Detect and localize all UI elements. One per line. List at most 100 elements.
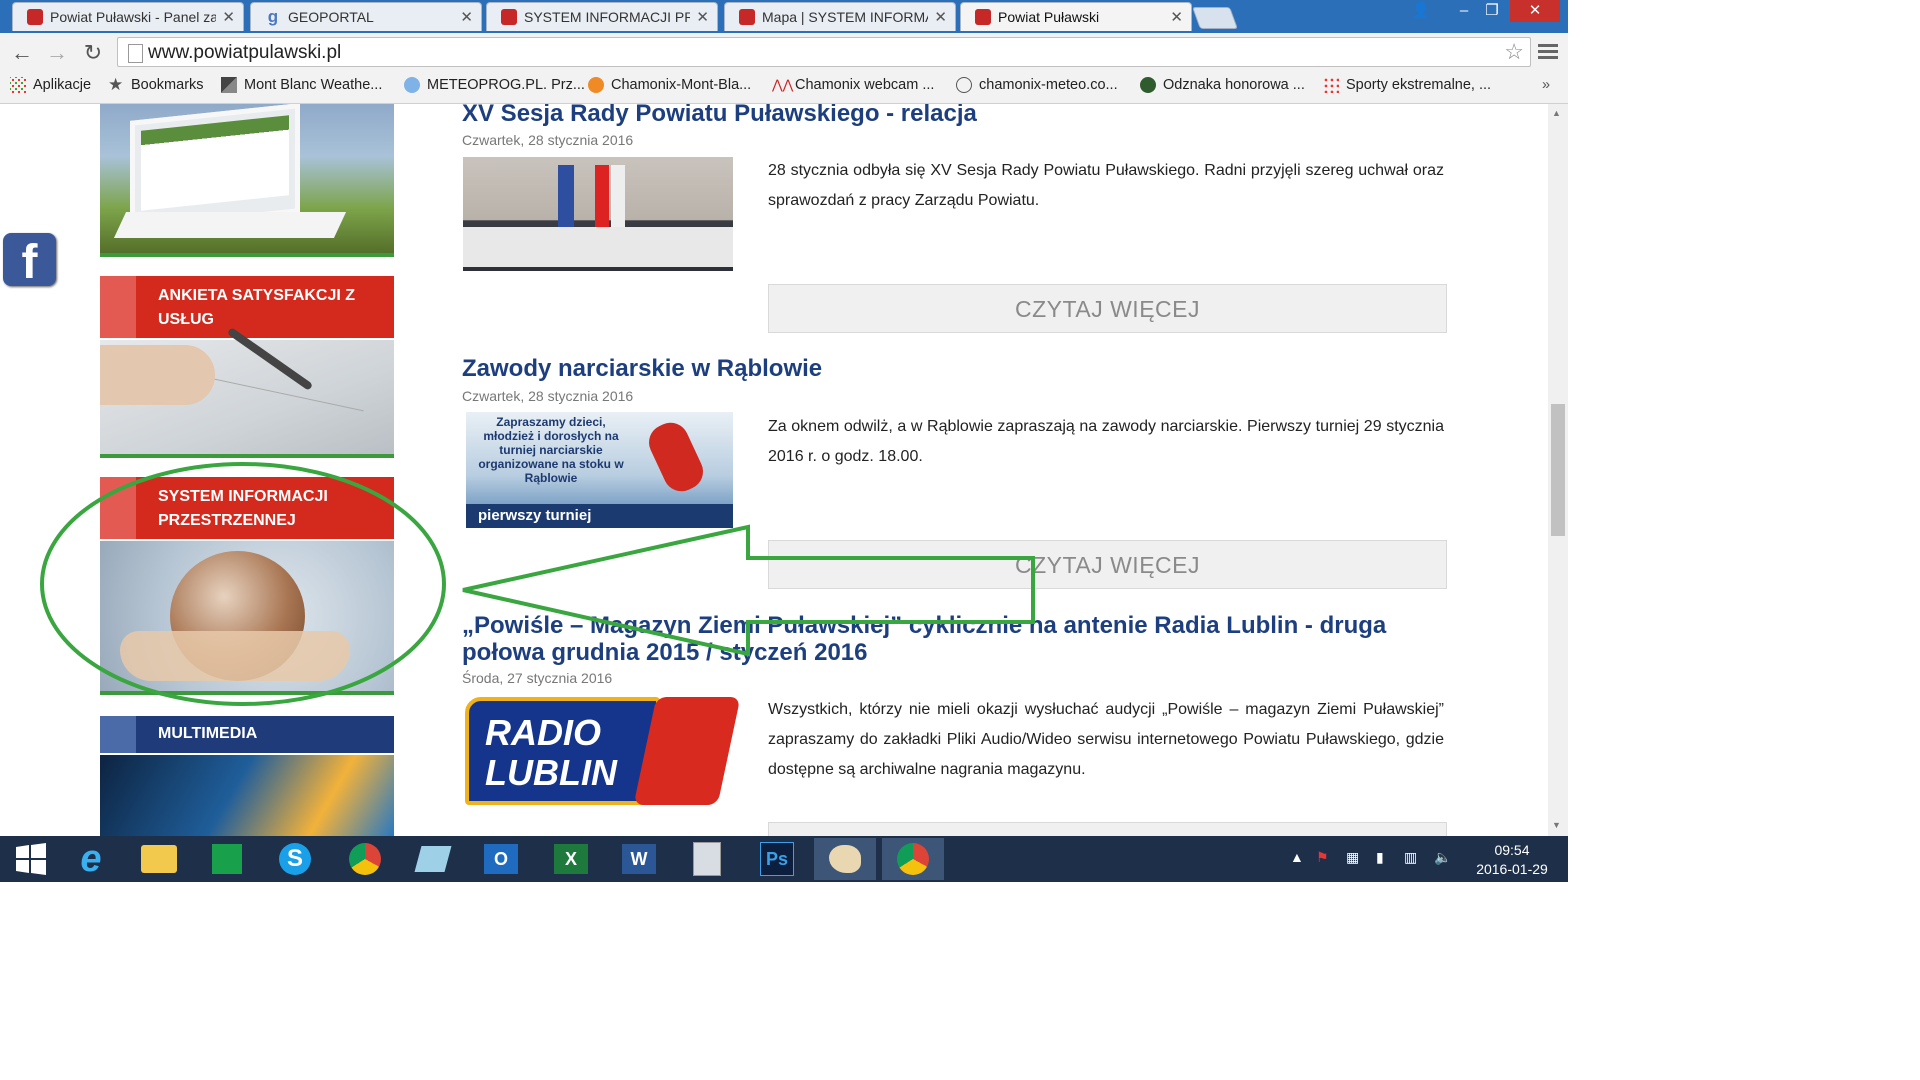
taskbar-clock[interactable]: 09:54 2016-01-29 xyxy=(1466,841,1558,879)
bookmark-odznaka[interactable]: Odznaka honorowa ... xyxy=(1140,77,1305,93)
close-icon[interactable]: ✕ xyxy=(1170,8,1183,26)
close-icon[interactable]: ✕ xyxy=(460,8,473,26)
bookmark-label: Odznaka honorowa ... xyxy=(1163,77,1305,93)
tray-overflow-icon[interactable]: ▲ xyxy=(1290,849,1304,865)
sidebar-heading: SYSTEM INFORMACJI PRZESTRZENNEJ xyxy=(158,488,328,529)
bookmark-mont-blanc[interactable]: Mont Blanc Weathe... xyxy=(221,77,382,93)
chrome-icon[interactable] xyxy=(334,838,396,880)
divider xyxy=(100,253,394,257)
article-title[interactable]: Zawody narciarskie w Rąblowie xyxy=(462,355,1442,382)
skier xyxy=(643,416,709,498)
article-title[interactable]: XV Sesja Rady Powiatu Puławskiego - rela… xyxy=(462,104,1442,127)
volume-icon[interactable]: 🔈 xyxy=(1434,849,1451,866)
article-title[interactable]: „Powiśle – Magazyn Ziemi Puławskiej” cyk… xyxy=(462,612,1442,666)
close-icon[interactable]: ✕ xyxy=(934,8,947,26)
bookmark-label: Aplikacje xyxy=(33,77,92,93)
bookmark-chamonix-webcam[interactable]: ⋀⋀ Chamonix webcam ... xyxy=(772,77,934,93)
hand xyxy=(120,631,350,681)
logo-text: RADIO LUBLIN xyxy=(465,697,660,805)
read-more-button[interactable]: CZYTAJ WIĘCEJ xyxy=(768,540,1447,589)
maximize-button[interactable]: ❐ xyxy=(1474,0,1510,22)
windows-taskbar: e S O X W Ps ▲ ⚑ ▦ ▮ ▥ 🔈 09:54 2016-01-2… xyxy=(0,836,1568,882)
close-icon[interactable]: ✕ xyxy=(222,8,235,26)
e-uslugi-banner-image[interactable] xyxy=(100,104,394,253)
tab-geoportal[interactable]: g GEOPORTAL ✕ xyxy=(250,2,482,31)
shield-icon xyxy=(975,9,991,25)
chrome-menu-icon[interactable] xyxy=(1538,41,1558,62)
bookmark-chamonix-mont-blanc[interactable]: Chamonix-Mont-Bla... xyxy=(588,77,751,93)
tab-panel[interactable]: Powiat Puławski - Panel za ✕ xyxy=(12,2,244,31)
close-icon[interactable]: ✕ xyxy=(696,8,709,26)
store-icon[interactable] xyxy=(196,838,258,880)
compass-icon xyxy=(956,77,972,93)
close-window-button[interactable]: ✕ xyxy=(1510,0,1560,22)
tab-strip: Powiat Puławski - Panel za ✕ g GEOPORTAL… xyxy=(0,0,1568,33)
bookmark-sporty[interactable]: Sporty ekstremalne, ... xyxy=(1323,77,1491,93)
outlook-icon[interactable]: O xyxy=(470,838,532,880)
read-more-button[interactable]: CZYTAJ WIĘCEJ xyxy=(768,284,1447,333)
system-informacji-header[interactable]: SYSTEM INFORMACJI PRZESTRZENNEJ xyxy=(100,477,394,539)
page-icon xyxy=(128,44,143,63)
tab-title: SYSTEM INFORMACJI PRZ xyxy=(524,9,691,25)
radio-lublin-logo[interactable]: RADIO LUBLIN xyxy=(465,695,741,810)
flag xyxy=(595,165,609,235)
sesja-photo[interactable] xyxy=(463,157,733,271)
excel-icon[interactable]: X xyxy=(540,838,602,880)
bookmark-chamonix-meteo[interactable]: chamonix-meteo.co... xyxy=(956,77,1118,93)
bookmark-star-icon[interactable]: ☆ xyxy=(1504,39,1524,65)
badge-icon xyxy=(1140,77,1156,93)
shield-icon xyxy=(501,9,517,25)
hand xyxy=(100,345,215,405)
notepad-icon[interactable] xyxy=(402,838,464,880)
zawody-image[interactable]: Zapraszamy dzieci, młodzież i dorosłych … xyxy=(466,412,733,528)
facebook-icon[interactable]: f xyxy=(3,233,56,289)
bookmark-label: Bookmarks xyxy=(131,77,204,93)
bookmark-bookmarks[interactable]: ★ Bookmarks xyxy=(108,75,204,94)
bookmark-aplikacje[interactable]: Aplikacje xyxy=(10,77,91,93)
ie-icon[interactable]: e xyxy=(60,838,122,880)
multimedia-image[interactable] xyxy=(100,755,394,836)
article-text: Za oknem odwilż, a w Rąblowie zapraszają… xyxy=(768,418,1444,465)
conference-table xyxy=(463,227,733,267)
multimedia-header[interactable]: MULTIMEDIA xyxy=(100,716,394,753)
user-icon[interactable]: 👤 xyxy=(1403,0,1439,22)
mountain-icon xyxy=(221,77,237,93)
calculator-icon[interactable] xyxy=(676,838,738,880)
chrome-icon[interactable] xyxy=(882,838,944,880)
tab-mapa[interactable]: Mapa | SYSTEM INFORMA ✕ xyxy=(724,2,956,31)
tab-powiat-pulawski[interactable]: Powiat Puławski ✕ xyxy=(960,2,1192,31)
skype-icon[interactable]: S xyxy=(264,838,326,880)
bookmark-label: Sporty ekstremalne, ... xyxy=(1346,77,1492,93)
ankieta-image[interactable] xyxy=(100,327,394,466)
divider xyxy=(100,454,394,458)
action-center-icon[interactable]: ⚑ xyxy=(1316,849,1329,866)
system-informacji-image[interactable] xyxy=(100,541,394,691)
scroll-down-icon[interactable]: ▼ xyxy=(1552,820,1561,830)
battery-icon[interactable]: ▮ xyxy=(1376,849,1384,866)
word-icon[interactable]: W xyxy=(608,838,670,880)
windows-start-icon[interactable] xyxy=(0,838,62,880)
tab-system-informacji[interactable]: SYSTEM INFORMACJI PRZ ✕ xyxy=(486,2,718,31)
bookmarks-overflow-icon[interactable]: » xyxy=(1542,77,1550,93)
bookmark-meteoprog[interactable]: METEOPROG.PL. Prz... xyxy=(404,77,585,93)
ankieta-satysfakcji-header[interactable]: ANKIETA SATYSFAKCJI Z USŁUG xyxy=(100,276,394,338)
new-tab-button[interactable] xyxy=(1191,7,1239,29)
photoshop-icon[interactable]: Ps xyxy=(746,838,808,880)
scroll-up-icon[interactable]: ▲ xyxy=(1552,108,1561,118)
star-icon: ★ xyxy=(108,75,124,94)
article-date: Czwartek, 28 stycznia 2016 xyxy=(462,388,634,404)
webcam-icon: ⋀⋀ xyxy=(772,77,794,92)
page-scrollbar[interactable]: ▲ ▼ xyxy=(1548,104,1568,836)
explorer-icon[interactable] xyxy=(128,838,190,880)
address-bar[interactable]: www.powiatpulawski.pl ☆ xyxy=(117,37,1531,67)
header-stripe xyxy=(100,477,136,539)
reload-button[interactable]: ↻ xyxy=(79,39,107,67)
sidebar-heading: MULTIMEDIA xyxy=(158,725,258,742)
back-button[interactable]: ← xyxy=(8,39,36,67)
scrollbar-thumb[interactable] xyxy=(1551,404,1565,536)
paint-icon[interactable] xyxy=(814,838,876,880)
read-more-button[interactable] xyxy=(768,822,1447,836)
forward-button[interactable]: → xyxy=(43,39,71,67)
network-icon[interactable]: ▥ xyxy=(1404,849,1417,866)
windows-flag-icon[interactable]: ▦ xyxy=(1346,849,1359,866)
